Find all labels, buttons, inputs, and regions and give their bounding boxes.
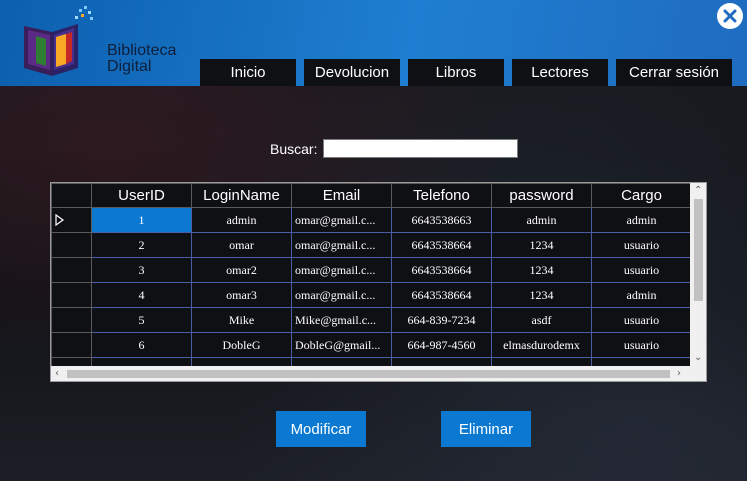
delete-button[interactable]: Eliminar (441, 411, 531, 447)
cell-userid[interactable]: 5 (91, 307, 192, 333)
horizontal-scrollbar[interactable]: ‹ › (51, 366, 690, 381)
row-header[interactable] (51, 332, 92, 358)
cell-email[interactable]: omar@gmail.c... (291, 232, 392, 258)
vertical-scrollbar[interactable]: ⌃ ⌄ (690, 183, 706, 367)
cell-cargo[interactable]: usuario (591, 307, 692, 333)
tab-cerrar-sesion[interactable]: Cerrar sesión (616, 59, 732, 86)
table-row[interactable]: 5 Mike Mike@gmail.c... 664-839-7234 asdf… (51, 307, 692, 333)
tab-libros[interactable]: Libros (408, 59, 504, 86)
scrollbar-corner (690, 366, 706, 381)
cell-cargo[interactable]: admin (591, 207, 692, 233)
table-row[interactable]: 2 omar omar@gmail.c... 6643538664 1234 u… (51, 232, 692, 258)
scroll-up-icon[interactable]: ⌃ (694, 186, 702, 196)
cell-email[interactable]: omar@gmail.c... (291, 257, 392, 283)
search-input[interactable] (323, 139, 519, 158)
cell-telefono[interactable]: 6643538664 (391, 232, 492, 258)
column-header-telefono[interactable]: Telefono (391, 183, 492, 208)
table-row[interactable]: 1 admin omar@gmail.c... 6643538663 admin… (51, 207, 692, 233)
app-logo: Biblioteca Digital (22, 6, 182, 78)
tab-lectores[interactable]: Lectores (512, 59, 608, 86)
row-header[interactable] (51, 282, 92, 308)
cell-login[interactable]: omar3 (191, 282, 292, 308)
close-button[interactable] (717, 3, 743, 29)
nav-tabs: Inicio Devolucion Libros Lectores Cerrar… (200, 59, 732, 86)
vertical-scroll-thumb[interactable] (694, 199, 703, 301)
cell-password[interactable]: admin (491, 207, 592, 233)
row-header[interactable] (51, 307, 92, 333)
cell-email[interactable]: omar@gmail.c... (291, 282, 392, 308)
cell-cargo[interactable]: admin (591, 282, 692, 308)
tab-devolucion[interactable]: Devolucion (304, 59, 400, 86)
table-row[interactable]: 4 omar3 omar@gmail.c... 6643538664 1234 … (51, 282, 692, 308)
cell-login[interactable]: Mike (191, 307, 292, 333)
cell-login[interactable]: DobleG (191, 332, 292, 358)
cell-password[interactable]: 1234 (491, 257, 592, 283)
table-header-row: UserID LoginName Email Telefono password… (51, 183, 692, 208)
logo-line-2: Digital (107, 58, 152, 75)
scroll-right-icon[interactable]: › (677, 369, 681, 379)
column-header-email[interactable]: Email (291, 183, 392, 208)
cell-email[interactable]: DobleG@gmail... (291, 332, 392, 358)
column-header-loginname[interactable]: LoginName (191, 183, 292, 208)
cell-userid[interactable]: 6 (91, 332, 192, 358)
cell-password[interactable]: 1234 (491, 282, 592, 308)
users-table: UserID LoginName Email Telefono password… (51, 183, 692, 381)
cell-cargo[interactable]: usuario (591, 332, 692, 358)
cell-password[interactable]: asdf (491, 307, 592, 333)
cell-login[interactable]: omar2 (191, 257, 292, 283)
row-pointer-icon (55, 214, 65, 226)
app-logo-text: Biblioteca Digital (107, 43, 176, 75)
cell-userid[interactable]: 2 (91, 232, 192, 258)
row-header[interactable] (51, 207, 92, 233)
cell-login[interactable]: omar (191, 232, 292, 258)
cell-telefono[interactable]: 664-987-4560 (391, 332, 492, 358)
header-bar: Biblioteca Digital Inicio Devolucion Lib… (0, 0, 747, 86)
cell-cargo[interactable]: usuario (591, 257, 692, 283)
cell-email[interactable]: Mike@gmail.c... (291, 307, 392, 333)
tab-inicio[interactable]: Inicio (200, 59, 296, 86)
cell-email[interactable]: omar@gmail.c... (291, 207, 392, 233)
row-header[interactable] (51, 257, 92, 283)
search-bar: Buscar: (270, 139, 519, 158)
row-header-corner (51, 183, 92, 208)
cell-userid[interactable]: 1 (91, 207, 192, 233)
cell-telefono[interactable]: 6643538664 (391, 282, 492, 308)
cell-login[interactable]: admin (191, 207, 292, 233)
cell-telefono[interactable]: 6643538664 (391, 257, 492, 283)
cell-userid[interactable]: 4 (91, 282, 192, 308)
cell-cargo[interactable]: usuario (591, 232, 692, 258)
column-header-password[interactable]: password (491, 183, 592, 208)
cell-password[interactable]: elmasdurodemx (491, 332, 592, 358)
cell-telefono[interactable]: 6643538663 (391, 207, 492, 233)
table-row[interactable]: 3 omar2 omar@gmail.c... 6643538664 1234 … (51, 257, 692, 283)
scroll-down-icon[interactable]: ⌄ (694, 353, 702, 363)
close-icon (723, 9, 737, 23)
table-row[interactable]: 6 DobleG DobleG@gmail... 664-987-4560 el… (51, 332, 692, 358)
scroll-left-icon[interactable]: ‹ (55, 369, 59, 379)
horizontal-scroll-thumb[interactable] (67, 370, 670, 378)
modify-button[interactable]: Modificar (276, 411, 366, 447)
cell-telefono[interactable]: 664-839-7234 (391, 307, 492, 333)
logo-line-1: Biblioteca (107, 42, 177, 59)
search-label: Buscar: (270, 140, 318, 157)
users-data-grid: UserID LoginName Email Telefono password… (50, 182, 707, 382)
column-header-userid[interactable]: UserID (91, 183, 192, 208)
row-header[interactable] (51, 232, 92, 258)
cell-password[interactable]: 1234 (491, 232, 592, 258)
column-header-cargo[interactable]: Cargo (591, 183, 692, 208)
cell-userid[interactable]: 3 (91, 257, 192, 283)
